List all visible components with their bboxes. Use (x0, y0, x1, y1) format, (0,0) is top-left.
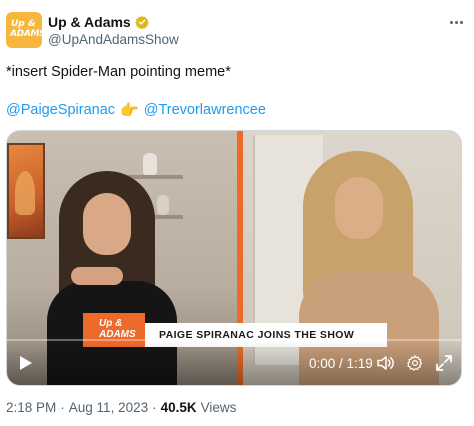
settings-gear-icon[interactable] (406, 354, 424, 372)
guest-face (335, 177, 383, 239)
play-icon[interactable] (19, 355, 33, 371)
fullscreen-icon[interactable] (435, 354, 453, 372)
avatar-logo-top: Up & (11, 19, 36, 29)
tweet-mentions: @PaigeSpiranac 👉 @Trevorlawrencee (6, 102, 266, 118)
show-logo-top: Up & (99, 318, 123, 329)
host-hand (71, 267, 123, 285)
video-player[interactable]: Up & ADAMS PAIGE SPIRANAC JOINS THE SHOW… (6, 130, 462, 386)
tweet-text: *insert Spider-Man pointing meme* (6, 64, 231, 80)
video-time: 0:00 / 1:19 (309, 356, 373, 371)
name-row: Up & Adams (48, 14, 149, 30)
avatar[interactable]: Up & ADAMS (6, 12, 42, 48)
verified-badge-icon (134, 15, 149, 29)
vase (157, 195, 169, 215)
host-face (83, 193, 131, 255)
shelf (127, 175, 183, 179)
avatar-logo-bottom: ADAMS (10, 29, 42, 39)
vase (143, 153, 157, 175)
meta-separator: · (60, 400, 65, 415)
handle[interactable]: @UpAndAdamsShow (48, 32, 179, 47)
meta-separator: · (152, 400, 157, 415)
views-label: Views (200, 400, 237, 415)
tweet-header: Up & ADAMS Up & Adams @UpAndAdamsShow (6, 12, 468, 48)
views-count: 40.5K (160, 400, 197, 415)
more-options-icon[interactable] (448, 14, 464, 30)
pointing-hand-icon: 👉 (120, 101, 139, 119)
video-controls: 0:00 / 1:19 (7, 341, 461, 385)
wall-painting (7, 143, 45, 239)
display-name[interactable]: Up & Adams (48, 14, 131, 30)
volume-icon[interactable] (377, 355, 395, 371)
mention-link-trevor[interactable]: @Trevorlawrencee (144, 102, 266, 118)
mention-link-paige[interactable]: @PaigeSpiranac (6, 102, 115, 118)
tweet-meta: 2:18 PM · Aug 11, 2023 · 40.5K Views (6, 400, 236, 415)
post-time[interactable]: 2:18 PM (6, 400, 56, 415)
post-date[interactable]: Aug 11, 2023 (69, 400, 148, 415)
